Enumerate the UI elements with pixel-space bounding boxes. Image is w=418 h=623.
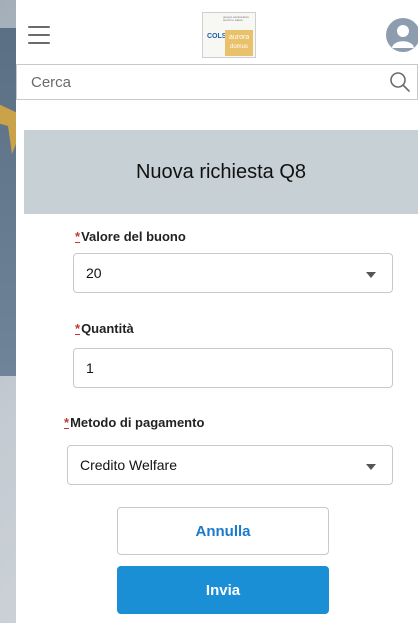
payment-method-label: *Metodo di pagamento: [64, 415, 204, 430]
user-avatar-icon[interactable]: [386, 18, 418, 52]
voucher-value-select[interactable]: 20: [73, 253, 393, 293]
required-marker: *: [64, 415, 70, 430]
quantity-value: 1: [86, 360, 94, 376]
dropdown-caret-icon: [366, 272, 376, 278]
required-marker: *: [75, 321, 81, 336]
quantity-label: *Quantità: [75, 321, 134, 336]
quantity-input[interactable]: 1: [73, 348, 393, 388]
hamburger-menu-icon[interactable]: [28, 26, 50, 44]
dropdown-caret-icon: [366, 464, 376, 470]
payment-method-label-text: Metodo di pagamento: [70, 415, 205, 430]
logo-aurora-block: aurora domus: [225, 30, 253, 56]
voucher-value-label: *Valore del buono: [75, 229, 186, 244]
logo-tagline: gruppo assicurativo servizi e salute: [223, 15, 250, 22]
required-marker: *: [75, 229, 81, 244]
company-logo: gruppo assicurativo servizi e salute COL…: [202, 12, 256, 58]
modal-title: Nuova richiesta Q8: [135, 160, 307, 183]
top-header: gruppo assicurativo servizi e salute COL…: [16, 0, 418, 105]
voucher-value-label-text: Valore del buono: [81, 229, 186, 244]
voucher-value-selected: 20: [86, 265, 102, 281]
search-input[interactable]: [31, 71, 371, 93]
logo-domus-text: domus: [230, 44, 249, 50]
modal-body: *Valore del buono 20 *Quantità 1 *Metodo…: [24, 214, 418, 623]
quantity-label-text: Quantità: [81, 321, 134, 336]
payment-method-select[interactable]: Credito Welfare: [67, 445, 393, 485]
logo-aurora-text: aurora: [229, 34, 250, 41]
app-screen: gruppo assicurativo servizi e salute COL…: [16, 0, 418, 623]
cancel-button[interactable]: Annulla: [117, 507, 329, 555]
send-button[interactable]: Invia: [117, 566, 329, 614]
payment-method-selected: Credito Welfare: [80, 457, 178, 473]
search-icon[interactable]: [389, 71, 411, 93]
search-bar: [16, 64, 418, 100]
logo-colser-text: COLSER: [207, 33, 237, 40]
modal-header: Nuova richiesta Q8: [24, 130, 418, 214]
